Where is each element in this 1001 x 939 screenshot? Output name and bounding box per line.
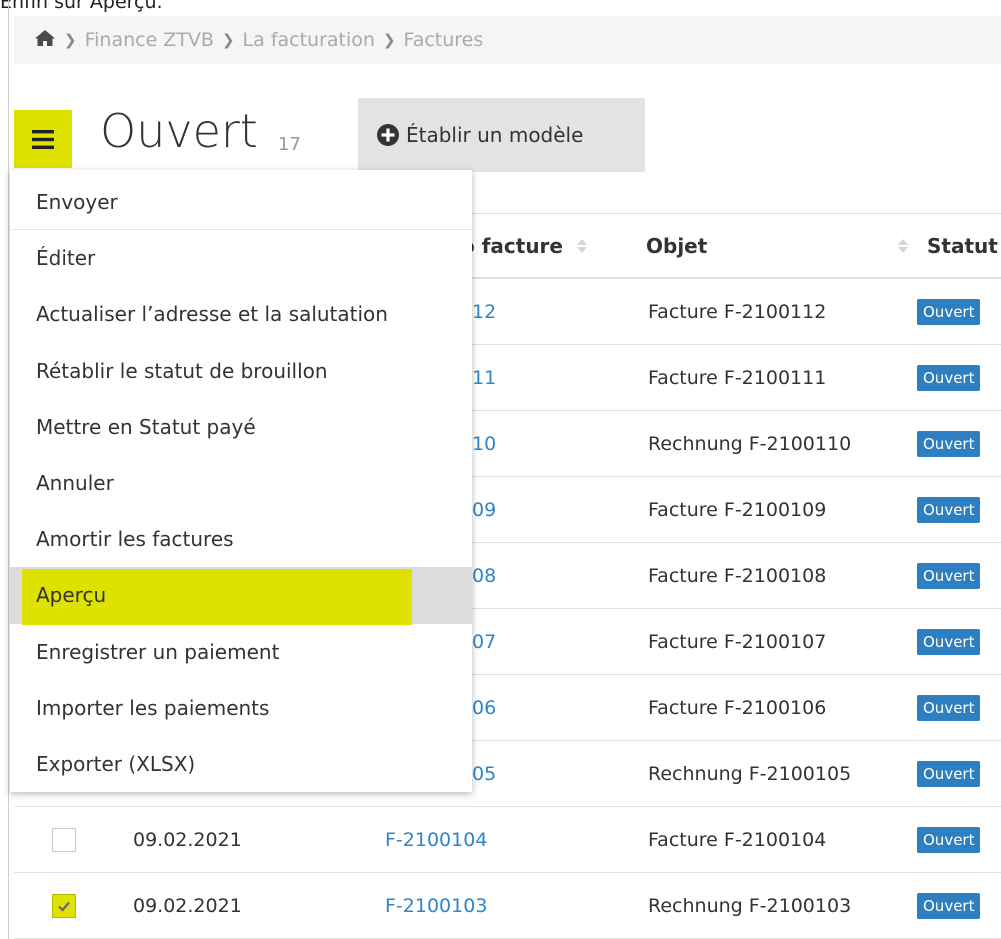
title-count: 17 [278, 134, 301, 155]
menu-item-enregistrer-paiement[interactable]: Enregistrer un paiement [10, 624, 472, 680]
breadcrumb-item-factures[interactable]: Factures [404, 29, 484, 51]
invoice-object: Facture F-2100111 [648, 366, 827, 389]
invoice-object: Facture F-2100109 [648, 498, 827, 521]
menu-item-retablir-brouillon[interactable]: Rétablir le statut de brouillon [10, 343, 472, 399]
status-badge: Ouvert [917, 760, 981, 787]
sort-icon [576, 239, 587, 253]
invoice-number-link[interactable]: 10 [472, 411, 496, 476]
menu-item-exporter-xlsx[interactable]: Exporter (XLSX) [10, 736, 472, 792]
table-row[interactable]: 09.02.2021 F-2100104 Facture F-2100104 O… [14, 807, 1001, 873]
breadcrumb-item-facturation[interactable]: La facturation [243, 29, 375, 51]
status-badge: Ouvert [917, 430, 981, 457]
breadcrumb-separator-icon: ❯ [382, 31, 396, 49]
invoice-object: Facture F-2100112 [648, 300, 827, 323]
menu-item-apercu[interactable]: Aperçu [10, 567, 472, 626]
menu-item-actualiser-adresse[interactable]: Actualiser l’adresse et la salutation [10, 286, 472, 342]
status-badge: Ouvert [917, 694, 981, 721]
invoice-number-link[interactable]: F-2100104 [385, 807, 487, 872]
status-badge: Ouvert [917, 298, 981, 325]
status-badge: Ouvert [917, 364, 981, 391]
status-badge: Ouvert [917, 562, 981, 589]
menu-item-annuler[interactable]: Annuler [10, 455, 472, 511]
create-template-label: Établir un modèle [406, 123, 584, 147]
sort-icon [898, 239, 908, 253]
menu-item-statut-paye[interactable]: Mettre en Statut payé [10, 399, 472, 455]
invoice-number-link[interactable]: 12 [472, 279, 496, 344]
invoice-date: 09.02.2021 [133, 894, 242, 917]
status-badge: Ouvert [917, 628, 981, 655]
plus-circle-icon [377, 124, 399, 146]
status-badge: Ouvert [917, 826, 981, 853]
menu-item-envoyer[interactable]: Envoyer [10, 174, 472, 231]
column-header-object[interactable]: Objet [646, 214, 908, 278]
row-checkbox-checked[interactable] [52, 894, 76, 918]
menu-item-importer-paiements[interactable]: Importer les paiements [10, 680, 472, 736]
invoice-number-link[interactable]: 05 [472, 741, 496, 806]
invoice-number-link[interactable]: 09 [472, 477, 496, 542]
row-checkbox[interactable] [52, 828, 76, 852]
actions-menu-button[interactable] [14, 110, 72, 168]
invoice-object: Facture F-2100106 [648, 696, 827, 719]
table-row[interactable]: 09.02.2021 F-2100103 Rechnung F-2100103 … [14, 873, 1001, 939]
menu-item-editer[interactable]: Éditer [10, 230, 472, 286]
breadcrumb-item-finance[interactable]: Finance ZTVB [85, 29, 214, 51]
breadcrumb-separator-icon: ❯ [64, 31, 77, 49]
checkmark-icon [58, 901, 70, 912]
invoice-object: Facture F-2100107 [648, 630, 827, 653]
column-header-status[interactable]: Statut [927, 214, 998, 278]
invoice-number-link[interactable]: 07 [472, 609, 496, 674]
left-rule [8, 0, 9, 939]
invoice-object: Facture F-2100104 [648, 828, 827, 851]
status-badge: Ouvert [917, 496, 981, 523]
hamburger-icon [32, 129, 54, 149]
invoice-object: Rechnung F-2100103 [648, 894, 852, 917]
invoice-object: Rechnung F-2100105 [648, 762, 852, 785]
home-icon[interactable] [34, 29, 56, 52]
caption-text: Enfin sur Aperçu. [0, 0, 163, 13]
menu-item-amortir[interactable]: Amortir les factures [10, 511, 472, 567]
breadcrumb: ❯ Finance ZTVB ❯ La facturation ❯ Factur… [14, 16, 1001, 64]
invoice-object: Rechnung F-2100110 [648, 432, 852, 455]
invoice-number-link[interactable]: 11 [472, 345, 496, 410]
column-header-number[interactable]: o facture [461, 214, 587, 278]
actions-dropdown-menu: Envoyer Éditer Actualiser l’adresse et l… [10, 170, 472, 792]
invoice-number-link[interactable]: 08 [472, 543, 496, 608]
breadcrumb-separator-icon: ❯ [221, 31, 235, 49]
invoice-number-link[interactable]: 06 [472, 675, 496, 740]
status-badge: Ouvert [917, 892, 981, 919]
invoice-number-link[interactable]: F-2100103 [385, 873, 487, 938]
page-title: Ouvert [100, 104, 258, 158]
create-template-button[interactable]: Établir un modèle [358, 98, 645, 172]
invoice-date: 09.02.2021 [133, 828, 242, 851]
invoice-object: Facture F-2100108 [648, 564, 827, 587]
